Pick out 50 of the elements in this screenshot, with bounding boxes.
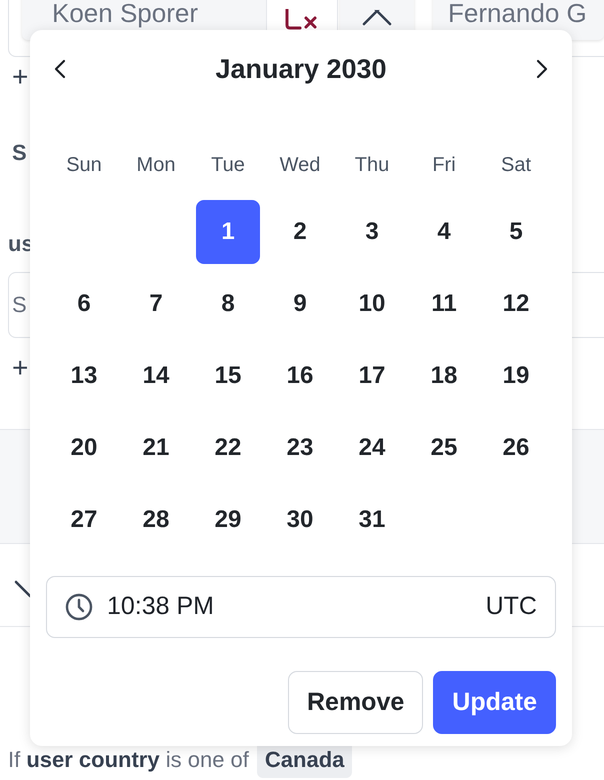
timezone-label: UTC xyxy=(486,591,537,622)
weekday-label: Sun xyxy=(66,154,102,176)
day-button[interactable]: 14 xyxy=(124,344,188,408)
day-button[interactable]: 17 xyxy=(340,344,404,408)
day-button[interactable]: 20 xyxy=(52,416,116,480)
day-button[interactable]: 25 xyxy=(412,416,476,480)
day-button[interactable]: 2 xyxy=(268,200,332,264)
day-button[interactable]: 22 xyxy=(196,416,260,480)
day-button[interactable]: 12 xyxy=(484,272,548,336)
weekday-label: Tue xyxy=(211,154,245,176)
rule-text: If user country is one of xyxy=(8,746,249,774)
day-button[interactable]: 6 xyxy=(52,272,116,336)
weekday-label: Wed xyxy=(280,154,320,176)
chevron-right-icon xyxy=(536,59,548,79)
remove-button[interactable]: Remove xyxy=(288,671,424,734)
day-button[interactable]: 29 xyxy=(196,488,260,552)
day-button[interactable]: 24 xyxy=(340,416,404,480)
section-title: S xyxy=(12,140,27,165)
day-button[interactable]: 27 xyxy=(52,488,116,552)
day-button[interactable]: 26 xyxy=(484,416,548,480)
day-button[interactable]: 4 xyxy=(412,200,476,264)
day-button[interactable]: 19 xyxy=(484,344,548,408)
chevron-left-icon xyxy=(54,59,66,79)
day-button[interactable]: 23 xyxy=(268,416,332,480)
day-button[interactable]: 8 xyxy=(196,272,260,336)
day-button[interactable]: 28 xyxy=(124,488,188,552)
weekday-label: Sat xyxy=(500,154,532,176)
add-symbol[interactable]: + xyxy=(12,352,28,383)
day-button[interactable]: 1 xyxy=(196,200,260,264)
day-button[interactable]: 30 xyxy=(268,488,332,552)
weekday-label: Fri xyxy=(432,154,456,176)
weekday-label: Mon xyxy=(136,154,176,176)
weekday-label: Thu xyxy=(354,154,390,176)
day-button[interactable]: 15 xyxy=(196,344,260,408)
month-title: January 2030 xyxy=(215,52,387,86)
day-button[interactable]: 3 xyxy=(340,200,404,264)
update-button[interactable]: Update xyxy=(433,671,556,734)
day-button[interactable]: 21 xyxy=(124,416,188,480)
day-button[interactable]: 10 xyxy=(340,272,404,336)
day-button[interactable]: 7 xyxy=(124,272,188,336)
day-button[interactable]: 11 xyxy=(412,272,476,336)
add-symbol[interactable]: + xyxy=(12,61,28,92)
day-button[interactable]: 31 xyxy=(340,488,404,552)
clock-icon xyxy=(65,593,93,621)
day-button[interactable]: 5 xyxy=(484,200,548,264)
day-button[interactable]: 18 xyxy=(412,344,476,408)
time-field[interactable]: 10:38 PM UTC xyxy=(46,576,556,638)
day-button[interactable]: 13 xyxy=(52,344,116,408)
day-button[interactable]: 16 xyxy=(268,344,332,408)
day-button[interactable]: 9 xyxy=(268,272,332,336)
